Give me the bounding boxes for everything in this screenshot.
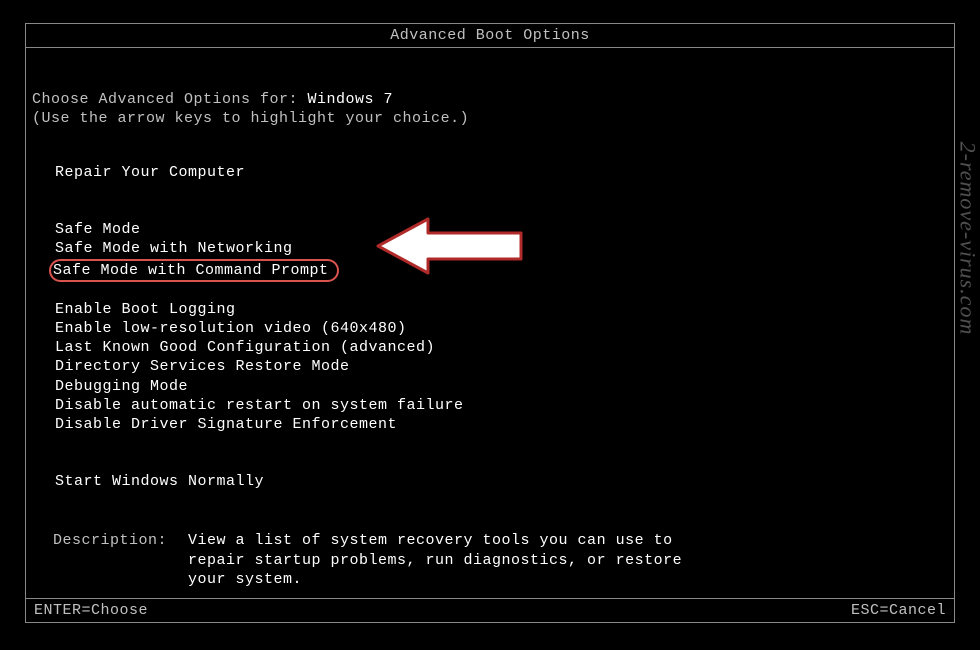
menu-item-label: Debugging Mode: [53, 377, 190, 396]
menu-spacer: [53, 282, 954, 300]
menu-item-safe-mode[interactable]: Safe Mode: [53, 220, 954, 239]
menu-item-safe-mode-net[interactable]: Safe Mode with Networking: [53, 239, 954, 258]
hint-line: (Use the arrow keys to highlight your ch…: [26, 108, 954, 127]
menu-item-label: Disable Driver Signature Enforcement: [53, 415, 399, 434]
menu-item-repair[interactable]: Repair Your Computer: [53, 163, 954, 182]
menu-item-ds-restore[interactable]: Directory Services Restore Mode: [53, 357, 954, 376]
intro-line: Choose Advanced Options for: Windows 7: [26, 48, 954, 108]
menu-item-label: Repair Your Computer: [53, 163, 247, 182]
menu-item-label: Last Known Good Configuration (advanced): [53, 338, 437, 357]
menu-item-start-normally[interactable]: Start Windows Normally: [53, 472, 954, 491]
menu-item-debugging[interactable]: Debugging Mode: [53, 377, 954, 396]
boot-screen: Advanced Boot Options Choose Advanced Op…: [25, 23, 955, 623]
page-title: Advanced Boot Options: [26, 24, 954, 48]
menu-item-label: Safe Mode with Command Prompt: [49, 259, 339, 282]
description-text: View a list of system recovery tools you…: [188, 531, 708, 589]
menu-spacer: [53, 434, 954, 472]
footer-bar: ENTER=Choose ESC=Cancel: [26, 598, 954, 622]
footer-esc-hint: ESC=Cancel: [851, 602, 946, 619]
menu-item-label: Enable Boot Logging: [53, 300, 238, 319]
menu-item-label: Disable automatic restart on system fail…: [53, 396, 466, 415]
menu-item-low-res[interactable]: Enable low-resolution video (640x480): [53, 319, 954, 338]
menu-item-safe-mode-cmd[interactable]: Safe Mode with Command Prompt: [53, 259, 954, 282]
menu-item-disable-auto-restart[interactable]: Disable automatic restart on system fail…: [53, 396, 954, 415]
footer-enter-hint: ENTER=Choose: [34, 602, 148, 619]
menu-item-label: Directory Services Restore Mode: [53, 357, 352, 376]
description-label: Description:: [53, 531, 188, 589]
menu-item-disable-driver-sig[interactable]: Disable Driver Signature Enforcement: [53, 415, 954, 434]
menu-item-last-known-good[interactable]: Last Known Good Configuration (advanced): [53, 338, 954, 357]
menu-item-label: Start Windows Normally: [53, 472, 266, 491]
intro-os-name: Windows 7: [308, 91, 394, 108]
watermark-text: 2-remove-virus.com: [955, 142, 980, 336]
intro-prefix: Choose Advanced Options for:: [32, 91, 308, 108]
description-block: Description: View a list of system recov…: [26, 491, 954, 589]
menu-item-boot-logging[interactable]: Enable Boot Logging: [53, 300, 954, 319]
menu-item-label: Enable low-resolution video (640x480): [53, 319, 409, 338]
menu-item-label: Safe Mode with Networking: [53, 239, 295, 258]
menu-spacer: [53, 182, 954, 220]
boot-menu[interactable]: Repair Your Computer Safe Mode Safe Mode…: [26, 127, 954, 491]
menu-item-label: Safe Mode: [53, 220, 143, 239]
content-area: Choose Advanced Options for: Windows 7 (…: [26, 48, 954, 589]
